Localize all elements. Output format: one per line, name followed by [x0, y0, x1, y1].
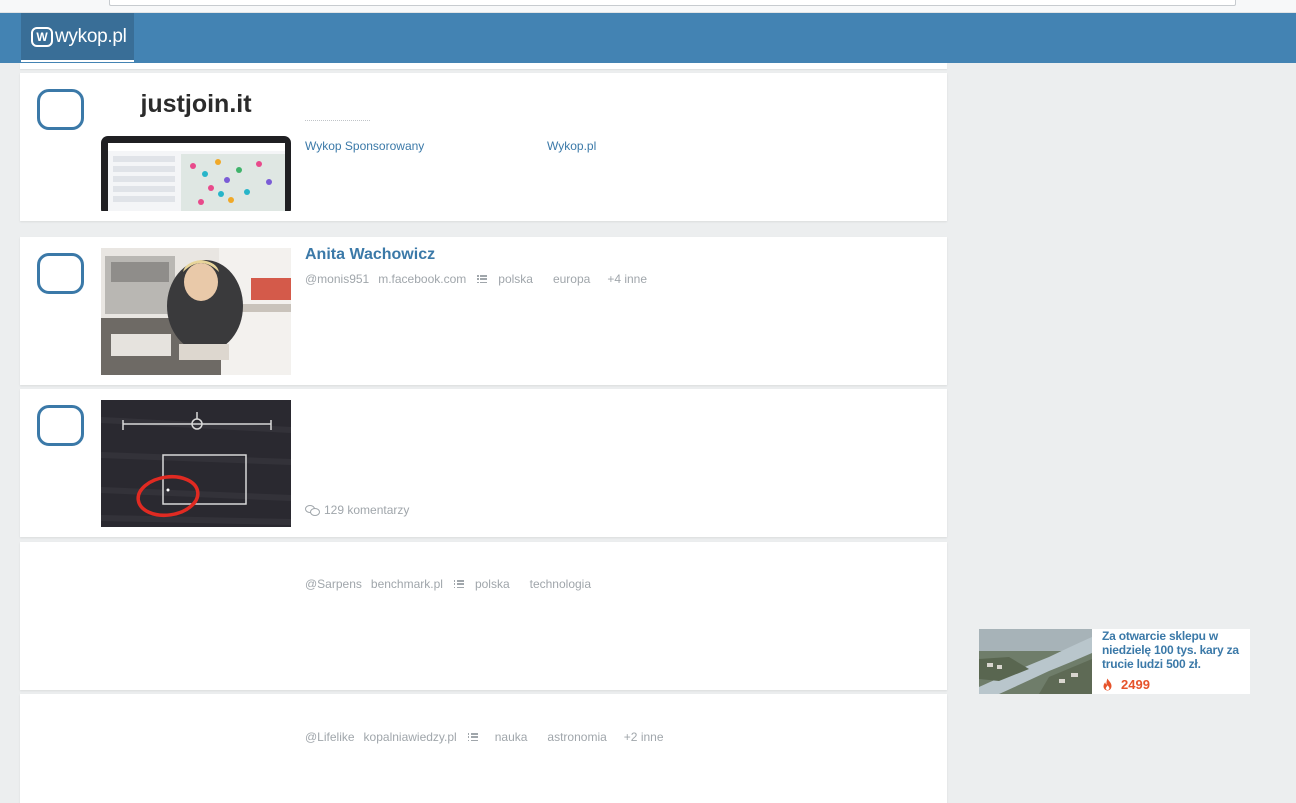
- comments-link[interactable]: 129 komentarzy: [305, 503, 409, 517]
- entry-title-link[interactable]: Anita Wachowicz: [305, 246, 435, 264]
- vote-button[interactable]: [37, 405, 84, 446]
- tag-link[interactable]: europa: [553, 272, 590, 286]
- wykop-logo[interactable]: W wykop.pl: [21, 13, 134, 62]
- sidebar-thumbnail[interactable]: [979, 629, 1092, 694]
- entry-item: @Sarpens benchmark.pl polska technologia: [20, 542, 947, 690]
- previous-entry-edge: [20, 63, 947, 69]
- entry-content: 129 komentarzy: [305, 389, 937, 537]
- entry-content: Anita Wachowicz @monis951 m.facebook.com…: [305, 237, 937, 385]
- author-link[interactable]: @Lifelike: [305, 730, 355, 744]
- thumb-brand-text: justjoin.it: [139, 90, 252, 118]
- hot-count: 2499: [1102, 677, 1150, 692]
- site-header: W wykop.pl: [0, 13, 1296, 63]
- entry-thumbnail[interactable]: justjoin.it: [101, 84, 291, 211]
- domain-link[interactable]: kopalniawiedzy.pl: [364, 730, 457, 744]
- entry-item: 129 komentarzy: [20, 389, 947, 537]
- wykop-logo-icon: W: [31, 26, 53, 47]
- vote-button[interactable]: [37, 89, 84, 130]
- comments-icon: [305, 504, 320, 516]
- more-tags-link[interactable]: +2 inne: [624, 730, 664, 744]
- vote-button[interactable]: [37, 253, 84, 294]
- flame-icon: [1103, 678, 1112, 691]
- entry-thumbnail[interactable]: [101, 400, 291, 527]
- tag-link[interactable]: polska: [498, 272, 533, 286]
- domain-link[interactable]: benchmark.pl: [371, 577, 443, 591]
- entry-meta: @Sarpens benchmark.pl polska technologia: [305, 577, 591, 591]
- address-bar[interactable]: [109, 0, 1236, 6]
- entry-item: @Lifelike kopalniawiedzy.pl nauka astron…: [20, 694, 947, 803]
- tag-link[interactable]: technologia: [530, 577, 591, 591]
- browser-top-strip: [0, 0, 1296, 13]
- logo-text: wykop.pl: [55, 25, 127, 47]
- more-tags-link[interactable]: +4 inne: [607, 272, 647, 286]
- tag-link[interactable]: astronomia: [547, 730, 606, 744]
- entry-sponsored: justjoin.it Wykop Sponsorowany Wykop.pl: [20, 73, 947, 221]
- tags-list-icon: [477, 275, 488, 283]
- sidebar-link-title[interactable]: Za otwarcie sklepu w niedzielę 100 tys. …: [1102, 629, 1248, 671]
- tag-link[interactable]: nauka: [495, 730, 528, 744]
- entry-item: Anita Wachowicz @monis951 m.facebook.com…: [20, 237, 947, 385]
- entry-content: Wykop Sponsorowany Wykop.pl: [305, 73, 937, 221]
- sidebar-promoted-link[interactable]: Za otwarcie sklepu w niedzielę 100 tys. …: [979, 629, 1250, 694]
- sponsor-source-link[interactable]: Wykop.pl: [547, 139, 596, 153]
- domain-link[interactable]: m.facebook.com: [378, 272, 466, 286]
- comments-count: 129 komentarzy: [324, 503, 410, 517]
- sponsored-label-link[interactable]: Wykop Sponsorowany: [305, 139, 424, 153]
- divider: [305, 120, 370, 121]
- entry-meta: @monis951 m.facebook.com polska europa +…: [305, 272, 647, 286]
- tags-list-icon: [467, 733, 478, 741]
- tags-list-icon: [453, 580, 464, 588]
- entry-meta: @Lifelike kopalniawiedzy.pl nauka astron…: [305, 730, 664, 744]
- author-link[interactable]: @Sarpens: [305, 577, 362, 591]
- author-link[interactable]: @monis951: [305, 272, 369, 286]
- entry-content: @Lifelike kopalniawiedzy.pl nauka astron…: [305, 694, 937, 803]
- tag-link[interactable]: polska: [475, 577, 510, 591]
- entry-content: @Sarpens benchmark.pl polska technologia: [305, 542, 937, 690]
- hot-count-value: 2499: [1121, 677, 1150, 692]
- entry-thumbnail[interactable]: [101, 248, 291, 375]
